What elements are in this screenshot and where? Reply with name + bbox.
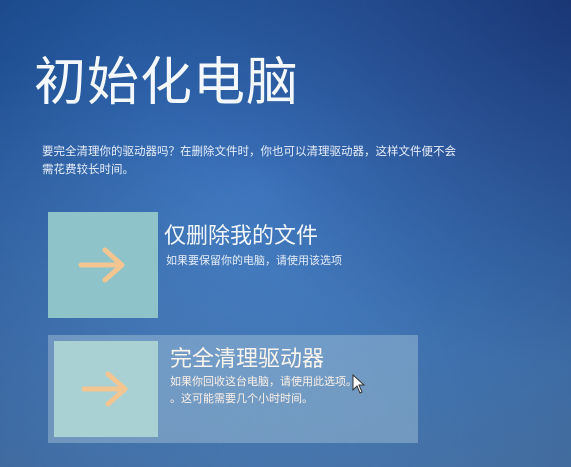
option-tile[interactable] (48, 212, 158, 318)
description-line: 要完全清理你的驱动器吗？在删除文件时，你也可以清理驱动器，这样文件便不会 (42, 144, 456, 158)
page-description: 要完全清理你的驱动器吗？在删除文件时，你也可以清理驱动器，这样文件便不会 需花费… (42, 142, 571, 178)
option-title[interactable]: 完全清理驱动器 (170, 341, 324, 373)
description-line: 需花费较长时间。 (42, 162, 134, 176)
arrow-right-icon (81, 371, 128, 407)
mouse-cursor-icon (352, 374, 366, 394)
option-description: 如果要保留你的电脑，请使用该选项 (166, 252, 342, 269)
option-description-line: 如果你回收这台电脑，请使用此选项。 (170, 375, 357, 388)
option-description: 如果你回收这台电脑，请使用此选项。 。这可能需要几个小时时间。 (170, 373, 357, 407)
option-description-line: 。这可能需要几个小时时间。 (170, 392, 313, 405)
option-remove-my-files[interactable]: 仅删除我的文件 如果要保留你的电脑，请使用该选项 (48, 212, 418, 320)
option-description-line: 如果要保留你的电脑，请使用该选项 (166, 254, 342, 267)
option-title[interactable]: 仅删除我的文件 (164, 218, 318, 250)
arrow-right-icon (78, 247, 125, 283)
page-title: 初始化电脑 (34, 53, 300, 113)
option-tile[interactable] (54, 341, 158, 437)
